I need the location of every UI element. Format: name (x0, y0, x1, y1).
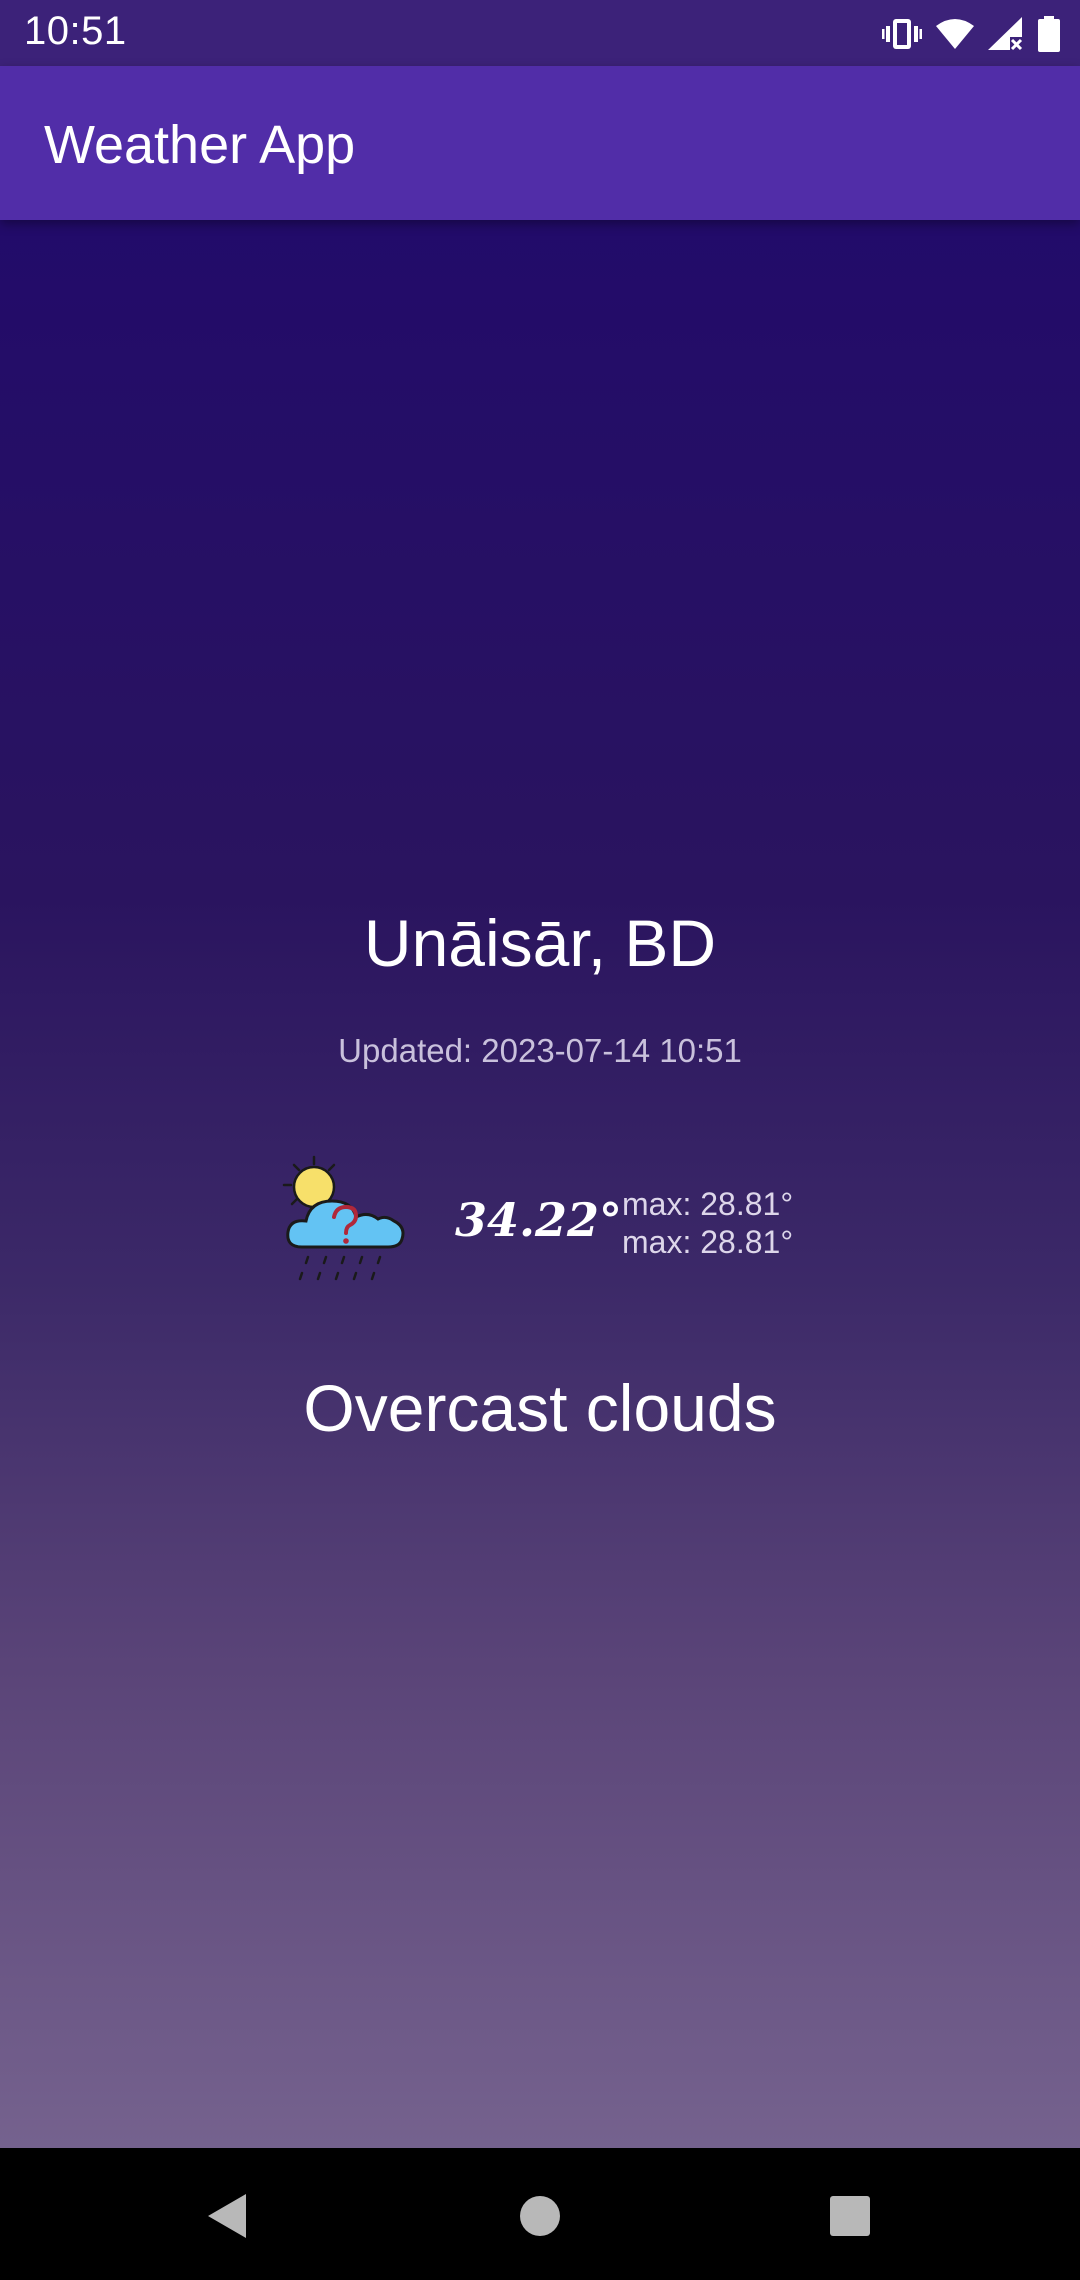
status-time: 10:51 (24, 9, 127, 53)
back-icon[interactable] (204, 2192, 248, 2240)
updated-timestamp: Updated: 2023-07-14 10:51 (338, 1032, 742, 1069)
app-bar: Weather App (0, 66, 1080, 220)
signal-icon (988, 17, 1023, 51)
max-temperature-1: max: 28.81° (622, 1186, 794, 1222)
battery-icon (1038, 16, 1060, 52)
partly-cloudy-rain-question-icon (282, 1155, 405, 1281)
max-temperature-2: max: 28.81° (622, 1224, 794, 1260)
navigation-bar (0, 2148, 1080, 2280)
vibrate-icon (882, 19, 922, 49)
wifi-icon (936, 19, 974, 49)
weather-content: Unāisār, BD Updated: 2023-07-14 10:51 34… (0, 220, 1080, 2148)
current-temperature: 34.22° (455, 1193, 623, 1247)
temperature-range: max: 28.81° max: 28.81° (622, 1185, 793, 1261)
status-bar: 10:51 (0, 0, 1080, 66)
weather-summary-row: 34.22° max: 28.81° max: 28.81° (0, 1155, 1080, 1295)
recents-icon[interactable] (828, 2192, 872, 2240)
app-title: Weather App (44, 115, 356, 175)
location-name: Unāisār, BD (363, 906, 717, 980)
status-icons (882, 14, 1060, 54)
weather-description: Overcast clouds (303, 1371, 777, 1445)
home-icon[interactable] (518, 2192, 562, 2240)
